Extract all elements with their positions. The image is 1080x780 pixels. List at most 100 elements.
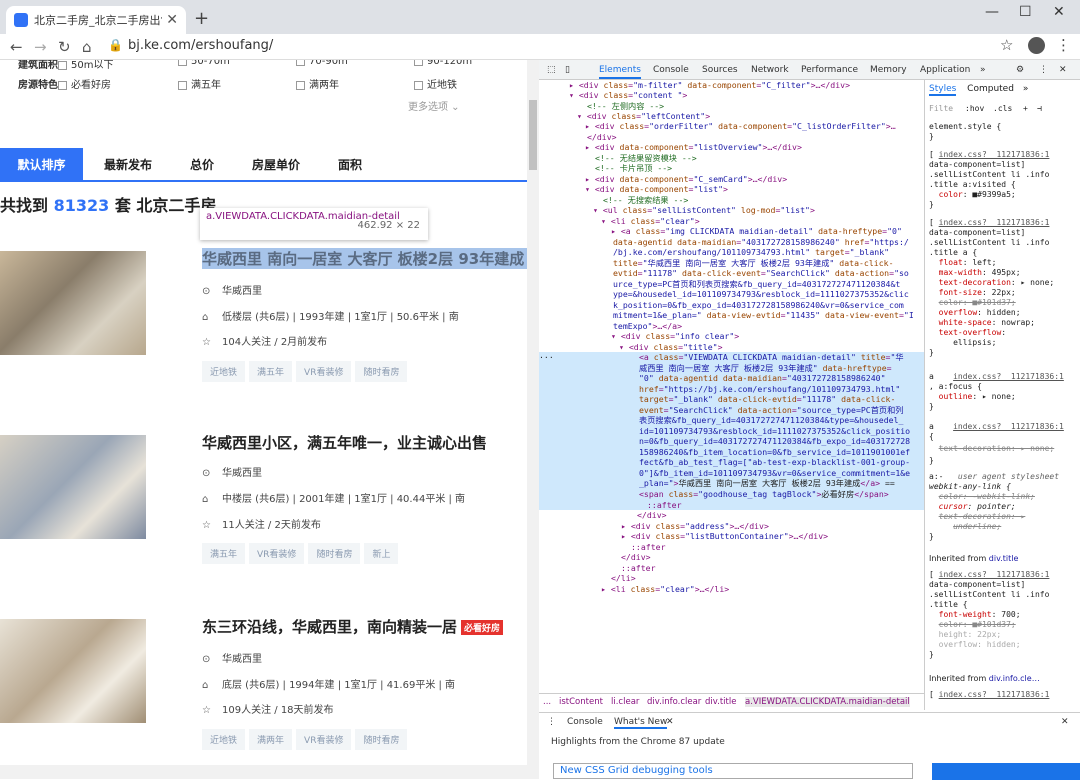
scrollbar-thumb[interactable] [529,100,537,170]
settings-gear-icon[interactable]: ⚙ [1016,65,1024,75]
sort-newest[interactable]: 最新发布 [104,148,152,182]
drawer-menu-icon[interactable]: ⋮ [547,717,556,727]
chrome-menu-icon[interactable]: ⋮ [1056,36,1071,54]
tab-sources[interactable]: Sources [702,65,738,75]
dom-line[interactable]: ▾ <div class="leftContent"> [577,111,710,121]
listing-community[interactable]: ⊙ 华威西里 [202,282,262,297]
more-panes-icon[interactable]: » [1023,84,1029,94]
dom-line[interactable]: ▸ <a class="img CLICKDATA maidian-detail… [611,226,902,236]
dom-line[interactable]: ▾ <div class="title"> [619,342,723,352]
crumb-active[interactable]: a.VIEWDATA.CLICKDATA.maidian-detail [745,697,910,707]
dom-line[interactable]: data-agentid data-maidian="4031727281589… [613,237,909,247]
filter-opt[interactable]: 90-120m [414,60,472,67]
tab-console[interactable]: Console [653,65,689,75]
dom-line[interactable]: </div> [637,510,667,520]
sort-total-price[interactable]: 总价 [190,148,214,182]
dom-comment[interactable]: <!-- 卡片吊顶 --> [595,163,672,173]
dom-ellipsis[interactable]: ··· [539,352,554,362]
dom-line[interactable]: 表页搜索&fb_query_id=403172727471120384&type… [639,415,903,425]
tab-elements[interactable]: Elements [599,65,641,79]
dom-line[interactable]: <span class="goodhouse_tag tagBlock">必看好… [639,489,889,499]
tab-styles[interactable]: Styles [929,84,957,96]
page-scrollbar[interactable] [527,60,539,765]
dom-line[interactable]: n=0&fb_query_id=403172727471120384&fb_ex… [639,436,910,446]
listing-community[interactable]: ⊙ 华威西里 [202,464,262,479]
dom-line[interactable]: ▸ <div class="listButtonContainer">…</di… [621,531,828,541]
drawer-tab-console[interactable]: Console [567,717,603,727]
crumb[interactable]: div.title [705,697,736,707]
tab-computed[interactable]: Computed [967,84,1014,94]
tab-performance[interactable]: Performance [801,65,858,75]
filter-opt[interactable]: 70-90m [296,60,348,67]
dom-line[interactable]: k_position=0&fb_expo_id=4031727281589862… [613,300,904,310]
dom-line[interactable]: ▸ <div class="orderFilter" data-componen… [585,121,896,131]
dom-line[interactable]: </div> [621,552,651,562]
dom-line[interactable]: href="https://bj.ke.com/ershoufang/10110… [639,384,900,394]
devtools-menu-icon[interactable]: ⋮ [1039,65,1048,75]
dom-line[interactable]: "0" data-agentid data-maidian="403172728… [639,373,886,383]
sort-area[interactable]: 面积 [338,148,362,182]
close-tab-icon[interactable]: ✕ [166,12,178,28]
dom-comment[interactable]: <!-- 左侧内容 --> [587,101,664,111]
dom-line[interactable]: /bj.ke.com/ershoufang/101109734793.html"… [613,247,889,257]
dom-line[interactable]: target="_blank" data-click-evtid="11178"… [639,394,895,404]
listing-title[interactable]: 华威西里小区，满五年唯一，业主诚心出售 [202,432,527,453]
reload-icon[interactable]: ↻ [58,38,71,56]
hov-toggle[interactable]: :hov [965,104,984,114]
profile-avatar-icon[interactable] [1028,37,1045,54]
dom-line[interactable]: ▾ <div class="content "> [569,90,687,100]
filter-opt[interactable]: 满两年 [296,76,339,91]
filter-opt[interactable]: 50-70m [178,60,230,67]
dom-line[interactable]: _plan=">华威西里 南向一居室 大客厅 板楼2层 93年建成</a> == [639,478,895,488]
dom-line[interactable]: ▸ <div data-component="C_semCard">…</div… [585,174,787,184]
elements-tree[interactable]: ▸ <div class="m-filter" data-component="… [539,80,924,696]
forward-icon[interactable]: → [34,38,47,56]
dom-line[interactable]: ▸ <div class="m-filter" data-component="… [569,80,850,90]
dom-line[interactable]: ▸ <li class="clear">…</li> [601,584,729,594]
back-icon[interactable]: ← [10,38,23,56]
crumb[interactable]: li.clear [611,697,639,707]
horizontal-scrollbar[interactable] [0,765,539,779]
dom-line[interactable]: ype=&housedel_id=101109734793&resblock_i… [613,289,909,299]
dom-comment[interactable]: <!-- 无搜索结果 --> [603,195,688,205]
dom-line[interactable]: temExpo">…</a> [613,321,682,331]
dom-line[interactable]: ▾ <li class="clear"> [601,216,700,226]
dom-line[interactable]: id=101109734793&resblock_id=111102737535… [639,426,910,436]
dom-line[interactable]: mitment=1&e_plan=" data-view-evtid="1143… [613,310,914,320]
whats-new-link[interactable]: New CSS Grid debugging tools [553,763,913,779]
dom-line[interactable]: 158986240&fb_item_location=0&fb_service_… [639,447,910,457]
listing-photo[interactable] [0,251,146,355]
more-tabs-icon[interactable]: » [980,65,986,75]
dom-pseudo[interactable]: ::after [631,542,666,552]
dom-line[interactable]: <a class="VIEWDATA CLICKDATA maidian-det… [639,352,904,362]
dom-line[interactable]: ▾ <div data-component="list"> [585,184,728,194]
filter-opt[interactable]: 近地铁 [414,76,457,91]
dom-line[interactable]: ▸ <div data-component="listOverview">…</… [585,142,802,152]
dom-pseudo[interactable]: ::after [647,500,682,510]
cls-toggle[interactable]: .cls [993,104,1012,114]
close-whats-new-icon[interactable]: ✕ [666,717,674,727]
sort-unit-price[interactable]: 房屋单价 [252,148,300,182]
device-toolbar-icon[interactable]: ▯ [565,65,570,75]
crumb[interactable]: istContent [559,697,603,707]
drawer-tab-whats-new[interactable]: What's New [614,717,668,729]
dom-line[interactable]: </li> [611,573,636,583]
filter-opt[interactable]: 必看好房 [58,76,111,91]
sort-default[interactable]: 默认排序 [0,148,83,182]
dom-line[interactable]: event="SearchClick" data-action="source_… [639,405,904,415]
crumb[interactable]: div.info.clear [647,697,701,707]
crumb[interactable]: ... [543,697,551,707]
dom-line[interactable]: ▾ <ul class="sellListContent" log-mod="l… [593,205,815,215]
dom-line[interactable]: evtid="11178" data-click-event="SearchCl… [613,268,909,278]
dom-pseudo[interactable]: ::after [621,563,656,573]
listing-title[interactable]: 东三环沿线，华威西里，南向精装一居 必看好房 [202,616,527,637]
inspect-element-icon[interactable]: ⬚ [547,65,556,75]
listing-photo[interactable] [0,435,146,539]
tab-network[interactable]: Network [751,65,789,75]
listing-community[interactable]: ⊙ 华威西里 [202,650,262,665]
dom-line[interactable]: </div> [587,132,617,142]
home-icon[interactable]: ⌂ [82,38,92,56]
dom-line[interactable]: ▾ <div class="info clear"> [611,331,739,341]
dom-line[interactable]: fect&fb_ab_test_flag=["ab-test-exp-black… [639,457,910,467]
dom-line[interactable]: title="华威西里 南向一居室 大客厅 板楼2层 93年建成" data-c… [613,258,894,268]
